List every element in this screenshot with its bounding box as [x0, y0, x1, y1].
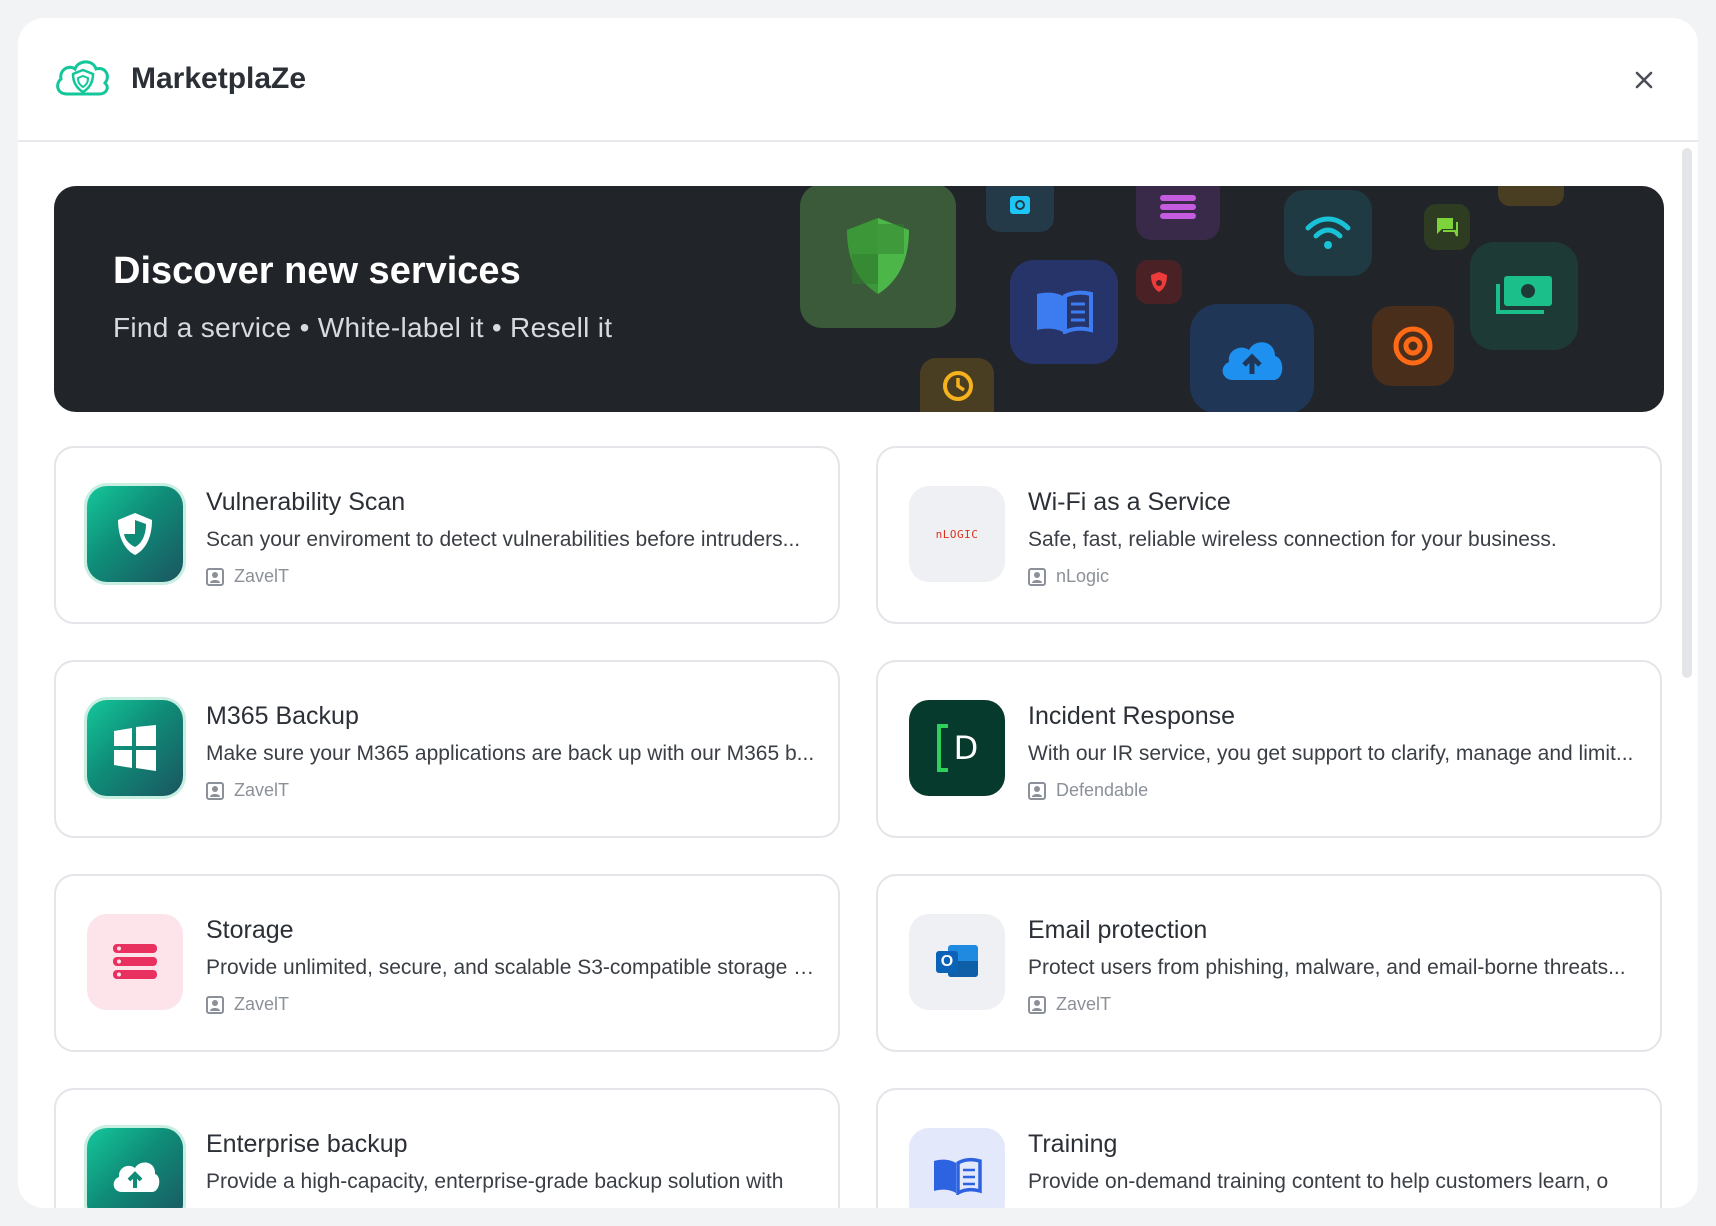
- vendor-contact-icon: [206, 995, 224, 1014]
- service-description: Make sure your M365 applications are bac…: [206, 742, 815, 765]
- service-description: Safe, fast, reliable wireless connection…: [1028, 528, 1557, 551]
- enterprise-backup-icon: [87, 1128, 183, 1208]
- lock-icon: [1010, 196, 1030, 214]
- service-title: Vulnerability Scan: [206, 488, 406, 516]
- nlogic-logo: nLOGIC: [909, 486, 1005, 582]
- vendor-contact-icon: [1028, 995, 1046, 1014]
- vendor-name: ZavelT: [1056, 994, 1112, 1014]
- defendable-logo: D: [909, 700, 1005, 796]
- service-title: Email protection: [1028, 916, 1208, 944]
- defendable-logo-text: D: [953, 729, 979, 767]
- vulnerability-scan-icon: [87, 486, 183, 582]
- cloud-upload-icon: [113, 1162, 160, 1192]
- book-icon: [1037, 290, 1093, 334]
- banner-money-tile: [1470, 242, 1578, 350]
- banner-subtitle: Find a service • White-label it • Resell…: [113, 312, 613, 343]
- windows-icon: [114, 725, 156, 771]
- service-card-vulnerability-scan[interactable]: Vulnerability Scan Scan your enviroment …: [54, 446, 840, 624]
- banner-book-tile: [1010, 260, 1118, 364]
- banner-fire-tile: [1136, 260, 1182, 304]
- banner-cloud-tile: [1190, 304, 1314, 412]
- service-vendor: ZavelT: [206, 994, 289, 1015]
- cloud-upload-icon: [1222, 342, 1283, 380]
- service-card-enterprise-backup[interactable]: Enterprise backup Provide a high-capacit…: [54, 1088, 840, 1208]
- defendable-bracket-icon: [936, 724, 948, 772]
- discover-banner: Discover new services Find a service • W…: [54, 186, 1664, 412]
- close-icon[interactable]: [1630, 66, 1658, 94]
- service-description: With our IR service, you get support to …: [1028, 742, 1634, 765]
- content-scroll-area[interactable]: Discover new services Find a service • W…: [18, 144, 1698, 1208]
- service-card-wifi-as-a-service[interactable]: nLOGIC Wi-Fi as a Service Safe, fast, re…: [876, 446, 1662, 624]
- banner-lock-tile: [986, 186, 1054, 232]
- service-card-m365-backup[interactable]: M365 Backup Make sure your M365 applicat…: [54, 660, 840, 838]
- shield-icon: [118, 513, 152, 555]
- service-title: Wi-Fi as a Service: [1028, 488, 1231, 516]
- service-vendor: ZavelT: [206, 566, 289, 587]
- vendor-contact-icon: [1028, 781, 1046, 800]
- list-icon: [1160, 195, 1196, 219]
- storage-icon-tile: [87, 914, 183, 1010]
- wifi-icon: [1305, 216, 1351, 249]
- book-icon: [934, 1157, 982, 1195]
- service-vendor: nLogic: [1028, 566, 1109, 587]
- service-title: M365 Backup: [206, 702, 359, 730]
- banner-chat-tile: [1424, 204, 1470, 250]
- app-title: MarketplaZe: [131, 62, 307, 95]
- vendor-name: ZavelT: [234, 566, 290, 586]
- marketplaze-logo-icon: [56, 60, 109, 96]
- service-title: Incident Response: [1028, 702, 1236, 730]
- banner-at-tile: [1372, 306, 1454, 386]
- service-card-training[interactable]: Training Provide on-demand training cont…: [876, 1088, 1662, 1208]
- header: MarketplaZe: [18, 18, 1698, 142]
- money-icon: [1496, 276, 1552, 314]
- banner-title: Discover new services: [113, 250, 521, 292]
- service-description: Provide unlimited, secure, and scalable …: [206, 956, 816, 979]
- vendor-name: Defendable: [1056, 780, 1149, 800]
- vendor-contact-icon: [206, 781, 224, 800]
- service-card-email-protection[interactable]: O Email protection Protect users from ph…: [876, 874, 1662, 1052]
- service-vendor: Defendable: [1028, 780, 1148, 801]
- service-description: Provide a high-capacity, enterprise-grad…: [206, 1170, 784, 1193]
- banner-history-tile: [920, 358, 994, 412]
- service-description: Protect users from phishing, malware, an…: [1028, 956, 1626, 979]
- training-icon-tile: [909, 1128, 1005, 1208]
- service-card-storage[interactable]: Storage Provide unlimited, secure, and s…: [54, 874, 840, 1052]
- marketplace-window: MarketplaZe Discover new services Find a…: [18, 18, 1698, 1208]
- service-card-incident-response[interactable]: D Incident Response With our IR service,…: [876, 660, 1662, 838]
- service-title: Storage: [206, 916, 294, 944]
- fire-shield-icon: [1151, 272, 1167, 292]
- service-vendor: ZavelT: [1028, 994, 1111, 1015]
- service-title: Enterprise backup: [206, 1130, 408, 1158]
- scrollbar-thumb[interactable]: [1682, 148, 1692, 678]
- service-title: Training: [1028, 1130, 1118, 1158]
- m365-backup-icon: [87, 700, 183, 796]
- outlook-icon-tile: O: [909, 914, 1005, 1010]
- outlook-icon: O: [934, 943, 980, 981]
- nlogic-logo-text: nLOGIC: [935, 527, 979, 541]
- service-description: Provide on-demand training content to he…: [1028, 1170, 1609, 1193]
- vendor-name: ZavelT: [234, 780, 290, 800]
- shield-icon: [847, 218, 909, 294]
- service-vendor: ZavelT: [206, 780, 289, 801]
- vendor-contact-icon: [1028, 567, 1046, 586]
- storage-icon: [113, 944, 157, 979]
- chat-icon: [1437, 218, 1458, 237]
- at-icon: [1393, 326, 1433, 366]
- history-icon: [943, 371, 973, 401]
- vendor-name: ZavelT: [234, 994, 290, 1014]
- banner-wifi-tile: [1284, 190, 1372, 276]
- vendor-name: nLogic: [1056, 566, 1110, 586]
- banner-list-tile: [1136, 186, 1220, 240]
- banner-top-right-tile: [1498, 186, 1564, 206]
- vendor-contact-icon: [206, 567, 224, 586]
- banner-shield-tile: [800, 186, 956, 328]
- service-description: Scan your enviroment to detect vulnerabi…: [206, 528, 801, 551]
